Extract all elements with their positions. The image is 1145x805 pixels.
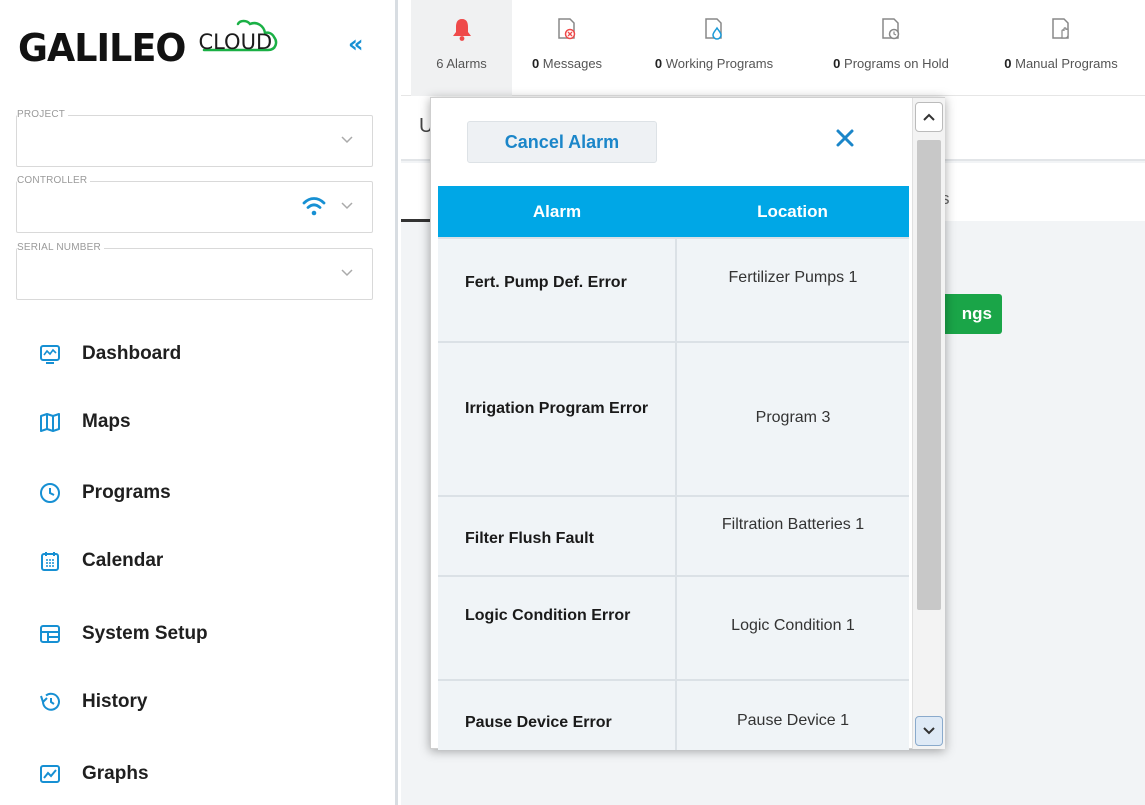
cancel-alarm-button[interactable]: Cancel Alarm bbox=[467, 121, 657, 163]
messages-count: 0 bbox=[531, 56, 540, 71]
nav-label: Maps bbox=[82, 411, 131, 432]
setup-icon bbox=[38, 622, 62, 646]
serial-number-label: SERIAL NUMBER bbox=[17, 242, 104, 253]
nav-label: Dashboard bbox=[82, 343, 182, 364]
working-program-icon bbox=[703, 14, 725, 44]
nav-item-graphs[interactable]: Graphs bbox=[38, 757, 149, 791]
table-header-row: Alarm Location bbox=[438, 186, 909, 238]
alarm-name: Filter Flush Fault bbox=[438, 495, 677, 576]
nav-label: Graphs bbox=[82, 763, 149, 784]
alarm-count: 6 bbox=[436, 56, 444, 71]
program-hold-icon bbox=[880, 14, 902, 44]
messages-status-button[interactable]: 0 Messages bbox=[522, 0, 612, 96]
alarms-table: Alarm Location Fert. Pump Def. Error Fer… bbox=[438, 186, 909, 750]
alarm-name: Irrigation Program Error bbox=[438, 341, 677, 496]
bell-icon bbox=[452, 14, 472, 44]
working-programs-label: Working Programs bbox=[665, 56, 774, 71]
popup-header: Cancel Alarm bbox=[431, 98, 911, 186]
nav-item-dashboard[interactable]: Dashboard bbox=[38, 337, 181, 371]
chevron-down-icon bbox=[341, 269, 353, 277]
dashboard-icon bbox=[38, 342, 62, 366]
alarms-status-button[interactable]: 6 Alarms bbox=[411, 0, 512, 96]
alarm-name: Fert. Pump Def. Error bbox=[438, 237, 677, 342]
chevron-down-icon bbox=[341, 136, 353, 144]
alarm-location: Pause Device 1 bbox=[676, 679, 909, 750]
sidebar: GALILEO CLOUD « PROJECT CONTROLLER SERIA… bbox=[0, 0, 398, 805]
history-icon bbox=[38, 690, 62, 714]
column-header-location: Location bbox=[676, 186, 909, 238]
alarm-location: Fertilizer Pumps 1 bbox=[676, 237, 909, 342]
alarm-name: Logic Condition Error bbox=[438, 575, 677, 680]
nav-item-maps[interactable]: Maps bbox=[38, 405, 131, 439]
logo-suffix: CLOUD bbox=[198, 30, 273, 54]
close-icon[interactable] bbox=[833, 126, 857, 150]
nav-label: History bbox=[82, 691, 148, 712]
nav-label: Calendar bbox=[82, 550, 164, 571]
map-icon bbox=[38, 410, 62, 434]
calendar-icon bbox=[38, 549, 62, 573]
controller-select[interactable]: CONTROLLER bbox=[16, 175, 373, 233]
app-root: GALILEO CLOUD « PROJECT CONTROLLER SERIA… bbox=[0, 0, 1145, 805]
project-label: PROJECT bbox=[17, 109, 69, 120]
serial-number-select[interactable]: SERIAL NUMBER bbox=[16, 242, 373, 300]
message-error-icon bbox=[556, 14, 578, 44]
alarm-location: Logic Condition 1 bbox=[676, 575, 909, 680]
table-row[interactable]: Irrigation Program Error Program 3 bbox=[438, 341, 909, 496]
wifi-icon bbox=[302, 197, 326, 216]
galileo-cloud-logo: GALILEO CLOUD bbox=[18, 19, 278, 80]
logo-cloud-text: CLOUD bbox=[198, 19, 278, 54]
chevron-up-icon bbox=[923, 113, 935, 121]
messages-label: Messages bbox=[542, 56, 603, 71]
manual-programs-label: Manual Programs bbox=[1015, 56, 1118, 71]
nav-label: Programs bbox=[82, 482, 171, 503]
graph-icon bbox=[38, 762, 62, 786]
nav-item-history[interactable]: History bbox=[38, 685, 147, 719]
scroll-down-button[interactable] bbox=[915, 716, 943, 746]
alarm-location: Filtration Batteries 1 bbox=[676, 495, 909, 576]
alarms-label: Alarms bbox=[446, 56, 487, 71]
table-row[interactable]: Logic Condition Error Logic Condition 1 bbox=[438, 575, 909, 680]
table-row[interactable]: Filter Flush Fault Filtration Batteries … bbox=[438, 495, 909, 576]
nav-item-programs[interactable]: Programs bbox=[38, 476, 171, 510]
popup-scrollbar[interactable] bbox=[912, 98, 945, 749]
controller-label: CONTROLLER bbox=[17, 175, 91, 186]
column-header-alarm: Alarm bbox=[438, 186, 676, 238]
working-programs-count: 0 bbox=[654, 56, 663, 71]
status-topbar: 6 Alarms 0 Messages 0 Working Programs 0… bbox=[401, 0, 1145, 96]
manual-programs-status-button[interactable]: 0 Manual Programs bbox=[987, 0, 1135, 96]
manual-programs-count: 0 bbox=[1004, 56, 1012, 71]
working-programs-status-button[interactable]: 0 Working Programs bbox=[634, 0, 794, 96]
programs-on-hold-count: 0 bbox=[833, 56, 841, 71]
chevron-down-icon bbox=[341, 202, 353, 210]
project-select[interactable]: PROJECT bbox=[16, 109, 373, 167]
scroll-thumb[interactable] bbox=[917, 140, 941, 610]
alarm-name: Pause Device Error bbox=[438, 679, 677, 750]
logo-text: GALILEO bbox=[18, 26, 186, 70]
clock-icon bbox=[38, 481, 62, 505]
chevron-down-icon bbox=[923, 727, 935, 735]
nav-item-system-setup[interactable]: System Setup bbox=[38, 617, 208, 651]
programs-on-hold-status-button[interactable]: 0 Programs on Hold bbox=[811, 0, 971, 96]
nav-item-calendar[interactable]: Calendar bbox=[38, 544, 163, 578]
table-row[interactable]: Fert. Pump Def. Error Fertilizer Pumps 1 bbox=[438, 237, 909, 342]
programs-on-hold-label: Programs on Hold bbox=[844, 56, 949, 71]
alarms-popup: Cancel Alarm Alarm Location Fert. Pump D… bbox=[430, 97, 945, 750]
scroll-up-button[interactable] bbox=[915, 102, 943, 132]
manual-program-icon bbox=[1050, 14, 1072, 44]
alarm-location: Program 3 bbox=[676, 341, 909, 496]
collapse-sidebar-button[interactable]: « bbox=[348, 30, 364, 58]
table-row[interactable]: Pause Device Error Pause Device 1 bbox=[438, 679, 909, 750]
nav-label: System Setup bbox=[82, 623, 208, 644]
